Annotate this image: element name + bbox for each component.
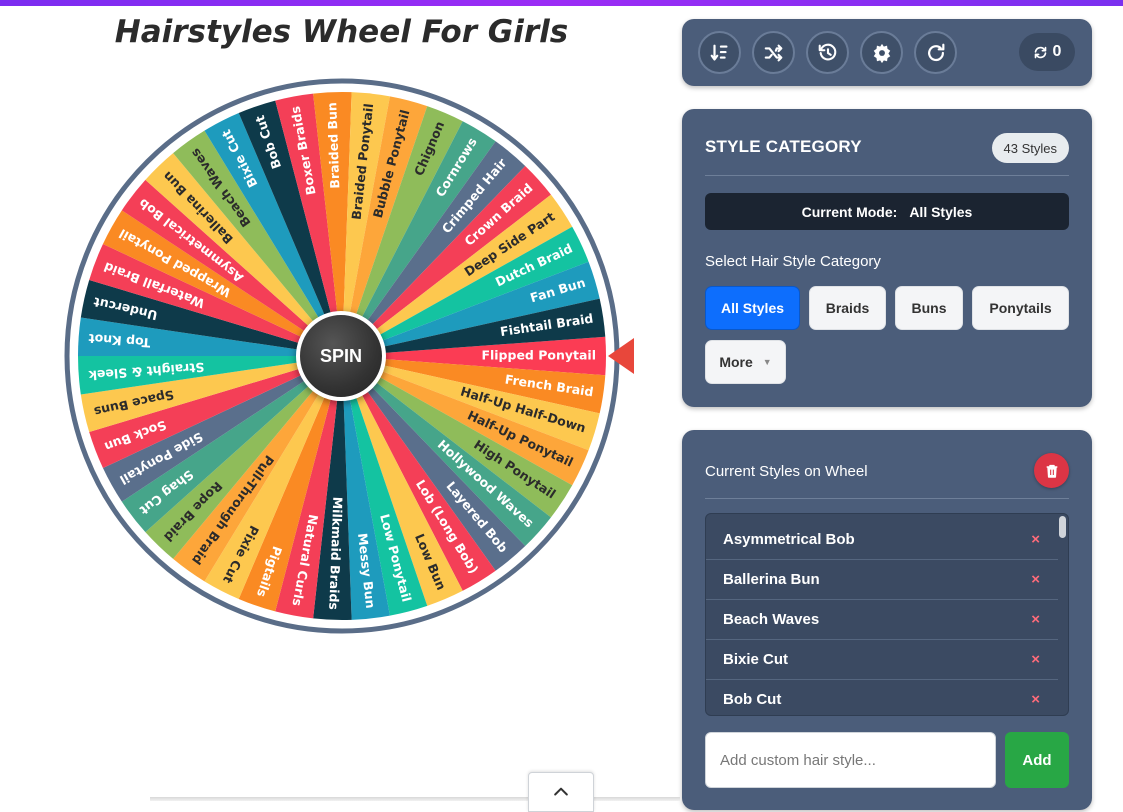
remove-item-button[interactable]: × — [1031, 531, 1040, 548]
settings-button[interactable] — [860, 31, 903, 74]
more-label: More — [719, 354, 753, 370]
list-scrollbar[interactable] — [1059, 516, 1066, 538]
list-item: Beach Waves × — [706, 600, 1058, 640]
top-accent-bar — [0, 0, 1123, 6]
history-icon — [818, 43, 836, 60]
redo-button[interactable] — [914, 31, 957, 74]
sort-icon — [710, 44, 728, 61]
category-buns-button[interactable]: Buns — [895, 286, 963, 330]
clear-all-button[interactable] — [1034, 453, 1069, 488]
list-item-label: Bob Cut — [723, 691, 782, 708]
mode-value: All Styles — [909, 203, 973, 220]
refresh-icon — [1034, 46, 1046, 58]
list-item-label: Beach Waves — [723, 611, 820, 628]
chevron-up-icon — [554, 787, 568, 796]
wheel-segment-label: Braided Bun — [324, 102, 342, 189]
category-braids-button[interactable]: Braids — [809, 286, 886, 330]
styles-list[interactable]: Asymmetrical Bob × Ballerina Bun × Beach… — [705, 513, 1069, 716]
category-all-styles-button[interactable]: All Styles — [705, 286, 800, 330]
remove-item-button[interactable]: × — [1031, 611, 1040, 628]
list-item: Bob Cut × — [706, 680, 1058, 715]
redo-icon — [927, 43, 944, 61]
bottom-bar-shadow — [150, 797, 680, 801]
wheel-segment-label: Flipped Ponytail — [481, 348, 596, 363]
caret-down-icon: ▼ — [762, 357, 772, 367]
sort-button[interactable] — [698, 31, 741, 74]
spin-count-value: 0 — [1052, 43, 1062, 60]
list-item: Bixie Cut × — [706, 640, 1058, 680]
list-item: Asymmetrical Bob × — [706, 520, 1058, 560]
category-more-dropdown[interactable]: More ▼ — [705, 340, 786, 384]
style-count-badge: 43 Styles — [991, 133, 1069, 163]
remove-item-button[interactable]: × — [1031, 691, 1040, 708]
category-ponytails-button[interactable]: Ponytails — [972, 286, 1069, 330]
list-item-label: Asymmetrical Bob — [723, 531, 855, 548]
expand-tab-button[interactable] — [528, 772, 594, 812]
divider — [705, 498, 1069, 499]
gear-icon — [873, 43, 890, 63]
history-button[interactable] — [806, 31, 849, 74]
shuffle-icon — [764, 44, 782, 61]
list-item: Ballerina Bun × — [706, 560, 1058, 600]
custom-style-input[interactable] — [705, 732, 996, 788]
current-styles-title: Current Styles on Wheel — [705, 463, 868, 480]
style-category-panel: STYLE CATEGORY 43 Styles Current Mode: A… — [682, 109, 1092, 407]
current-styles-panel: Current Styles on Wheel Asymmetrical Bob… — [682, 430, 1092, 810]
page-title: Hairstyles Wheel For Girls — [114, 14, 569, 50]
spin-button[interactable]: SPIN — [296, 311, 386, 401]
add-style-button[interactable]: Add — [1005, 732, 1069, 788]
shuffle-button[interactable] — [752, 31, 795, 74]
remove-item-button[interactable]: × — [1031, 571, 1040, 588]
category-title: STYLE CATEGORY — [705, 137, 862, 156]
spin-counter: 0 — [1019, 33, 1075, 71]
wheel-pointer-icon — [608, 338, 634, 374]
current-mode-bar: Current Mode: All Styles — [705, 193, 1069, 230]
remove-item-button[interactable]: × — [1031, 651, 1040, 668]
list-item-label: Bixie Cut — [723, 651, 789, 668]
mode-label: Current Mode: — [801, 203, 898, 220]
trash-icon — [1046, 464, 1057, 478]
select-category-label: Select Hair Style Category — [705, 253, 881, 270]
toolbar-panel: 0 — [682, 19, 1092, 86]
divider — [705, 175, 1069, 176]
list-item-label: Ballerina Bun — [723, 571, 820, 588]
